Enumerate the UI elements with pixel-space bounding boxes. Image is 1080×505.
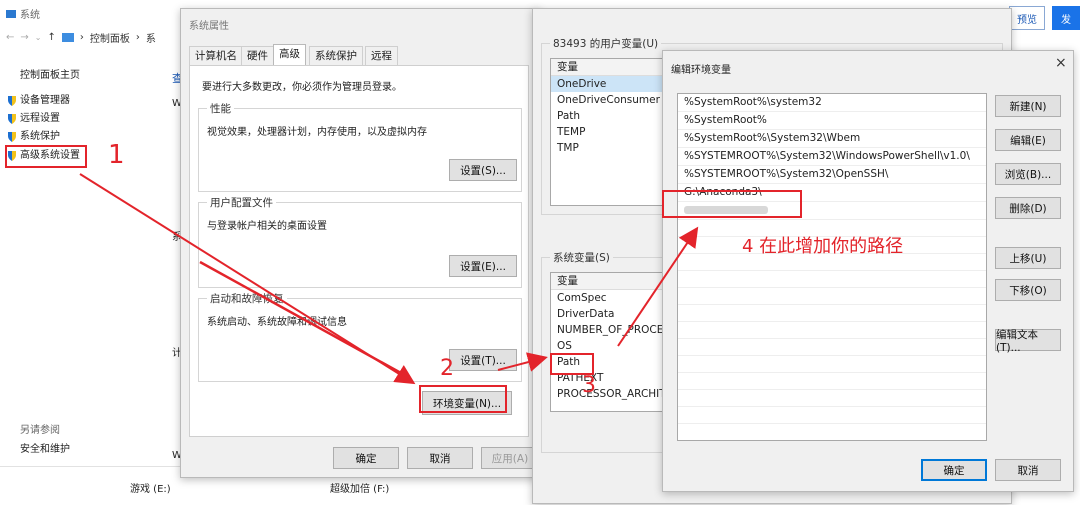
arrow-2 xyxy=(497,352,548,372)
arrow-1b xyxy=(199,260,411,380)
annotation-arrows xyxy=(79,173,699,385)
arrow-3 xyxy=(617,226,699,347)
